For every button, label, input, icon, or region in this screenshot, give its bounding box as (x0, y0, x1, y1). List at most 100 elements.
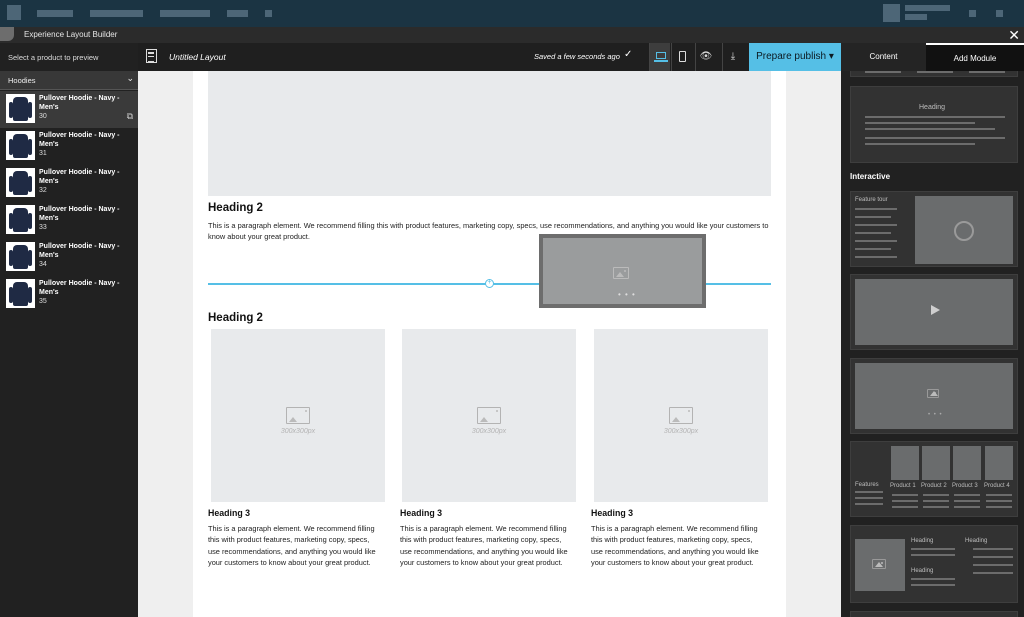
nav-item-1[interactable] (37, 10, 73, 17)
feature-tour-label: Feature tour (855, 197, 888, 203)
desktop-icon (656, 52, 666, 59)
product-name: Pullover Hoodie - Navy - Men's (39, 280, 120, 296)
card-paragraph[interactable]: This is a paragraph element. We recommen… (208, 523, 383, 569)
card-heading[interactable]: Heading 3 (400, 508, 442, 518)
product-column: Product 4 (984, 446, 1013, 514)
nav-item-3[interactable] (160, 10, 210, 17)
layout-name[interactable]: Untitled Layout (169, 52, 226, 62)
window-title: Experience Layout Builder (24, 30, 118, 39)
nav-item-5[interactable] (265, 10, 272, 17)
notifications-icon[interactable] (969, 10, 976, 17)
dragged-module-preview[interactable]: • • • (539, 234, 706, 308)
product-name: Pullover Hoodie - Navy - Men's (39, 132, 120, 148)
prepare-publish-button[interactable]: Prepare publish ▾ (749, 43, 841, 71)
card-heading[interactable]: Heading 3 (591, 508, 633, 518)
video-module-tile[interactable] (850, 274, 1018, 350)
product-number: 31 (39, 150, 47, 157)
carousel-dots: • • • (618, 290, 636, 299)
nav-item-2[interactable] (90, 10, 143, 17)
carousel-module-tile[interactable]: • • • (850, 358, 1018, 434)
settings-icon[interactable] (996, 10, 1003, 17)
product-name: Pullover Hoodie - Navy - Men's (39, 169, 120, 185)
product-item[interactable]: Pullover Hoodie - Navy - Men's 32 (0, 165, 138, 202)
editor-toolbar: Untitled Layout Saved a few seconds ago … (138, 43, 841, 71)
product-number: 34 (39, 261, 47, 268)
layout-icon (146, 49, 157, 63)
image-size-label: 300x300px (280, 428, 316, 435)
module-heading-label: Heading (919, 104, 946, 111)
select-product-prompt: Select a product to preview (8, 53, 99, 62)
product-number: 35 (39, 298, 47, 305)
card-image-placeholder[interactable]: 300x300px (594, 329, 768, 502)
eye-icon: 👁 (699, 51, 713, 62)
section-heading[interactable]: Heading 2 (208, 312, 263, 324)
save-status: Saved a few seconds ago (534, 52, 620, 61)
carousel-dots: • • • (928, 412, 943, 418)
product-column: Product 3 (952, 446, 981, 514)
page-preview: Heading 2 This is a paragraph element. W… (193, 71, 786, 617)
product-thumbnail (6, 168, 35, 197)
title-bar: Experience Layout Builder ✕ (0, 27, 1024, 43)
target-icon (954, 221, 974, 241)
download-button[interactable]: ⤓ (722, 43, 743, 71)
section-heading[interactable]: Heading 2 (208, 202, 263, 214)
image-icon (286, 407, 310, 424)
card-paragraph[interactable]: This is a paragraph element. We recommen… (591, 523, 766, 569)
interactive-section-label: Interactive (850, 172, 891, 181)
heading-module-tile[interactable]: Heading (850, 86, 1018, 163)
product-thumbnail (6, 131, 35, 160)
product-item[interactable]: Pullover Hoodie - Navy - Men's 34 (0, 239, 138, 276)
card-heading[interactable]: Heading 3 (208, 508, 250, 518)
product-name: Pullover Hoodie - Navy - Men's (39, 206, 120, 222)
nav-item-4[interactable] (227, 10, 248, 17)
account-name (905, 5, 950, 11)
card-paragraph[interactable]: This is a paragraph element. We recommen… (400, 523, 575, 569)
product-thumbnail (6, 94, 35, 123)
product-item[interactable]: Pullover Hoodie - Navy - Men's 30 ⧉ (0, 91, 138, 128)
product-thumbnail (6, 279, 35, 308)
top-navigation-bar (0, 0, 1024, 27)
account-avatar[interactable] (883, 4, 900, 22)
product-thumbnail (6, 205, 35, 234)
layout-canvas: Heading 2 This is a paragraph element. W… (138, 71, 841, 617)
card-image-placeholder[interactable]: 300x300px (402, 329, 576, 502)
tab-content[interactable]: Content (841, 43, 926, 71)
module-heading-label: Heading (965, 538, 988, 544)
content-module-tile[interactable]: Heading Heading Heading (850, 525, 1018, 603)
download-icon: ⤓ (730, 51, 736, 62)
mobile-view-button[interactable] (671, 43, 692, 71)
plus-icon[interactable]: + (485, 279, 494, 288)
feature-tour-module-tile[interactable]: Feature tour (850, 191, 1018, 267)
mobile-icon (679, 51, 686, 62)
image-size-label: 300x300px (663, 428, 699, 435)
product-column: Product 1 (890, 446, 919, 514)
product-item[interactable]: Pullover Hoodie - Navy - Men's 31 (0, 128, 138, 165)
tab-add-module[interactable]: Add Module (926, 43, 1024, 71)
close-icon[interactable]: ✕ (1008, 27, 1020, 43)
card-image-placeholder[interactable]: 300x300px (211, 329, 385, 502)
product-number: 32 (39, 187, 47, 194)
product-item[interactable]: Pullover Hoodie - Navy - Men's 33 (0, 202, 138, 239)
product-name: Pullover Hoodie - Navy - Men's (39, 95, 120, 111)
module-heading-label: Heading (911, 568, 934, 574)
hero-image-placeholder[interactable] (208, 71, 771, 196)
module-tile[interactable] (850, 611, 1018, 617)
category-select[interactable]: Hoodies ⌄ (0, 71, 138, 90)
preview-button[interactable]: 👁 (695, 43, 716, 71)
external-link-icon[interactable]: ⧉ (127, 111, 133, 122)
image-icon (613, 267, 629, 279)
play-icon (931, 305, 940, 315)
product-item[interactable]: Pullover Hoodie - Navy - Men's 35 (0, 276, 138, 313)
desktop-view-button[interactable] (649, 43, 670, 71)
features-module-tile[interactable]: Features Product 1 Product 2 Product 3 P… (850, 441, 1018, 517)
category-value: Hoodies (8, 76, 36, 85)
image-size-label: 300x300px (471, 428, 507, 435)
check-icon: ✓ (624, 49, 633, 60)
panel-tabs: Content Add Module (841, 43, 1024, 71)
module-library: Heading Interactive Feature tour • • • F… (841, 71, 1024, 617)
module-tile[interactable] (850, 71, 1018, 77)
chevron-down-icon: ⌄ (126, 73, 134, 83)
account-org (905, 14, 927, 20)
image-icon (872, 559, 886, 569)
app-logo[interactable] (7, 5, 21, 20)
